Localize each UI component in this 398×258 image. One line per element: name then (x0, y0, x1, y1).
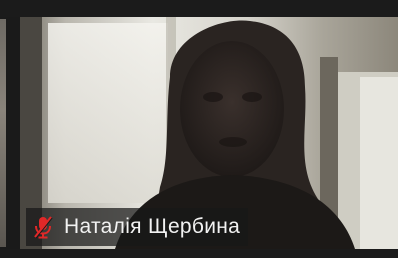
neighbor-video-tile[interactable] (0, 19, 6, 247)
gallery-bottom-gap (0, 249, 398, 258)
participant-name-bar: Наталія Щербина (26, 208, 249, 246)
participant-name: Наталія Щербина (64, 215, 241, 238)
microphone-muted-icon[interactable] (30, 214, 56, 240)
gallery-top-gap (0, 0, 398, 17)
video-gallery: Наталія Щербина (0, 0, 398, 258)
